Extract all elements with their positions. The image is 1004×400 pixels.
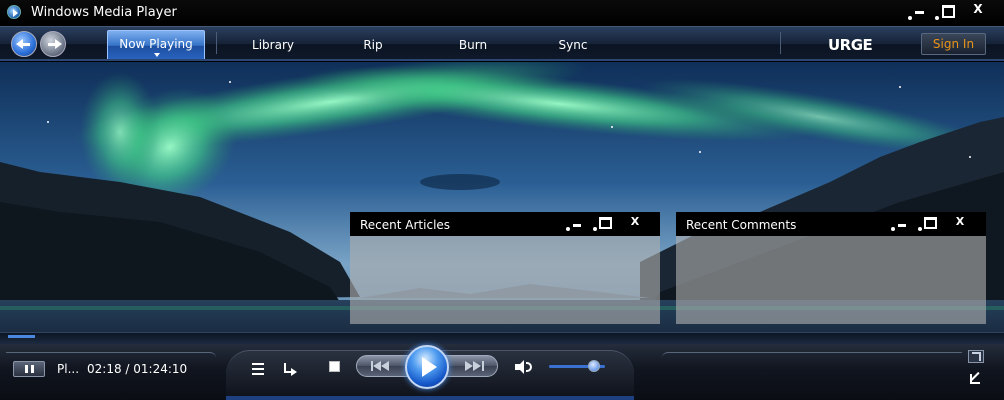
tab-now-playing[interactable]: Now Playing <box>107 30 205 61</box>
playback-time: 02:18 / 01:24:10 <box>87 362 188 376</box>
stop-icon[interactable] <box>329 361 340 372</box>
panel-content <box>350 236 660 324</box>
panel-maximize-button[interactable] <box>593 215 613 231</box>
back-arrow-icon[interactable] <box>11 31 37 57</box>
panel-content <box>676 236 986 324</box>
decorative-curve <box>6 352 216 358</box>
panel-minimize-button[interactable] <box>566 215 586 231</box>
next-icon[interactable] <box>462 361 488 371</box>
recent-articles-panel: Recent Articles X <box>350 212 660 324</box>
equalizer-icon[interactable] <box>250 362 266 376</box>
tab-rip[interactable]: Rip <box>352 31 394 59</box>
panel-minimize-button[interactable] <box>891 215 911 231</box>
decorative-curve <box>662 352 962 358</box>
panel-close-button[interactable]: X <box>626 215 644 229</box>
recent-comments-panel: Recent Comments X <box>676 212 986 324</box>
panel-title: Recent Articles <box>360 218 451 232</box>
seek-progress <box>8 335 35 338</box>
pause-button[interactable] <box>13 361 45 377</box>
playback-controls: Pl... 02:18 / 01:24:10 <box>0 344 1004 400</box>
title-bar: Windows Media Player X <box>0 0 1004 26</box>
sign-in-button[interactable]: Sign In <box>921 33 986 55</box>
seek-bar[interactable] <box>0 332 1004 344</box>
shuffle-icon[interactable] <box>282 362 298 376</box>
panel-header: Recent Comments X <box>676 212 986 236</box>
volume-slider-thumb[interactable] <box>588 360 600 372</box>
tab-sync[interactable]: Sync <box>552 31 594 59</box>
divider <box>216 32 217 54</box>
forward-arrow-icon[interactable] <box>40 31 66 57</box>
divider <box>780 32 781 54</box>
panel-header: Recent Articles X <box>350 212 660 236</box>
panel-maximize-button[interactable] <box>918 215 938 231</box>
mini-player-icon[interactable] <box>968 350 984 363</box>
compact-mode-icon[interactable] <box>968 370 984 384</box>
previous-icon[interactable] <box>370 361 396 371</box>
panel-title: Recent Comments <box>686 218 797 232</box>
minimize-button[interactable] <box>908 2 932 20</box>
media-player-icon <box>7 5 21 19</box>
tab-burn[interactable]: Burn <box>452 31 494 59</box>
urge-logo[interactable]: URGE <box>828 36 873 54</box>
transport-glow <box>226 396 634 400</box>
tab-library[interactable]: Library <box>242 31 304 59</box>
navigation-bar: Now Playing Library Rip Burn Sync URGE S… <box>0 26 1004 62</box>
playback-status: Pl... <box>57 362 80 376</box>
panel-close-button[interactable]: X <box>951 215 969 229</box>
close-button[interactable]: X <box>966 1 990 17</box>
maximize-button[interactable] <box>935 2 959 20</box>
speaker-icon[interactable] <box>515 360 533 374</box>
window-title: Windows Media Player <box>31 5 177 20</box>
play-icon[interactable] <box>405 345 449 389</box>
